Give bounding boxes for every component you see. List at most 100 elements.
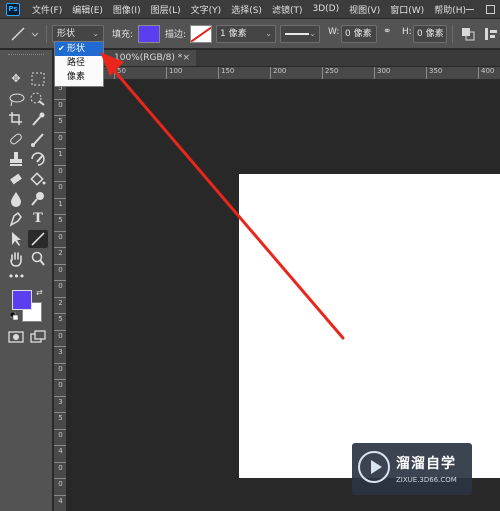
menu-window[interactable]: 窗口(W)	[390, 3, 424, 16]
clone-stamp-tool-icon[interactable]	[6, 150, 26, 168]
stroke-type-select[interactable]: ⌄	[280, 25, 320, 43]
stroke-color-swatch[interactable]	[190, 25, 212, 43]
mode-option-pixels[interactable]: 像素	[55, 70, 103, 84]
eyedropper-tool-icon[interactable]	[28, 110, 48, 128]
vertical-ruler[interactable]: 50501001502002503003504004	[54, 80, 67, 511]
line-tool-icon	[11, 27, 39, 41]
panel-grip[interactable]	[8, 54, 44, 57]
ruler-tick-label: 200	[270, 67, 286, 79]
ruler-tick-label: 50	[114, 67, 126, 79]
move-tool-icon[interactable]: ✥	[6, 70, 26, 88]
tool-mode-dropdown: ✔ 形状 路径 像素	[54, 41, 104, 87]
menu-view[interactable]: 视图(V)	[349, 3, 380, 16]
pen-tool-icon[interactable]	[6, 210, 26, 228]
mode-option-path[interactable]: 路径	[55, 56, 103, 70]
height-field[interactable]: 0 像素	[413, 25, 447, 43]
crop-tool-icon[interactable]	[6, 110, 26, 128]
chevron-down-icon: ⌄	[309, 29, 316, 38]
ruler-tick-label: 0	[54, 329, 66, 340]
path-selection-tool-icon[interactable]	[6, 230, 26, 248]
horizontal-ruler[interactable]: 050100150200250300350400	[67, 67, 500, 80]
blur-tool-icon[interactable]	[6, 190, 26, 208]
menu-3d[interactable]: 3D(D)	[312, 4, 339, 14]
quick-selection-tool-icon[interactable]	[28, 90, 48, 108]
solid-line-icon	[285, 33, 309, 35]
type-tool-icon[interactable]: T	[28, 210, 48, 228]
window-controls	[460, 0, 500, 18]
close-icon[interactable]: ×	[182, 50, 190, 66]
healing-brush-tool-icon[interactable]	[6, 130, 26, 148]
menu-select[interactable]: 选择(S)	[231, 3, 262, 16]
stroke-label: 描边:	[165, 30, 187, 40]
options-divider	[452, 25, 453, 43]
screen-mode-icon[interactable]	[28, 328, 48, 346]
ruler-tick-label: 0	[54, 131, 66, 142]
ruler-tick-label: 0	[54, 461, 66, 472]
ruler-tick-label: 0	[54, 164, 66, 175]
link-icon[interactable]: ⚭	[383, 26, 391, 37]
path-alignment-icon[interactable]	[484, 27, 498, 41]
ruler-tick-label: 5	[54, 214, 66, 224]
ruler-tick-label: 2	[54, 296, 66, 307]
minimize-icon[interactable]	[460, 0, 480, 18]
lasso-tool-icon[interactable]	[6, 90, 26, 108]
paint-bucket-tool-icon[interactable]	[28, 170, 48, 188]
default-colors-icon[interactable]	[10, 312, 18, 320]
ruler-tick-label: 400	[478, 67, 494, 79]
hand-tool-icon[interactable]	[6, 250, 26, 268]
tools-panel: ✥ T ••• ⇄	[0, 50, 53, 511]
fill-label: 填充:	[112, 30, 134, 40]
menu-image[interactable]: 图像(I)	[113, 3, 141, 16]
maximize-icon[interactable]	[480, 0, 500, 18]
ruler-tick-label: 5	[54, 115, 66, 125]
site-watermark: 溜溜自学 ZIXUE.3D66.COM	[352, 443, 472, 495]
ruler-tick-label: 150	[218, 67, 234, 79]
dodge-tool-icon[interactable]	[28, 190, 48, 208]
ruler-tick-label: 300	[374, 67, 390, 79]
ruler-tick-label: 1	[54, 197, 66, 208]
ruler-tick-label: 0	[54, 362, 66, 373]
ruler-tick-label: 350	[426, 67, 442, 79]
document-canvas[interactable]	[239, 174, 500, 478]
ruler-tick-label: 4	[54, 494, 66, 505]
watermark-title: 溜溜自学	[396, 456, 456, 472]
ruler-tick-label: 5	[54, 313, 66, 323]
stroke-width-field[interactable]: 1 像素 ⌄	[216, 25, 276, 43]
marquee-tool-icon[interactable]	[28, 70, 48, 88]
history-brush-tool-icon[interactable]	[28, 150, 48, 168]
ruler-tick-label: 2	[54, 247, 66, 257]
ruler-tick-label: 3	[54, 346, 66, 356]
path-operations-icon[interactable]	[461, 27, 475, 41]
quick-mask-icon[interactable]	[6, 328, 26, 346]
height-value: 0 像素	[417, 29, 444, 39]
height-label: H:	[402, 27, 412, 37]
mode-option-shape[interactable]: ✔ 形状	[55, 42, 103, 56]
foreground-color-swatch[interactable]	[12, 290, 32, 310]
zoom-tool-icon[interactable]	[28, 250, 48, 268]
options-divider	[46, 25, 47, 43]
swap-colors-icon[interactable]: ⇄	[36, 288, 43, 297]
menu-filter[interactable]: 滤镜(T)	[272, 3, 303, 16]
eraser-tool-icon[interactable]	[6, 170, 26, 188]
ruler-tick-label: 4	[54, 445, 66, 455]
menu-edit[interactable]: 编辑(E)	[72, 3, 103, 16]
menu-bar: Ps 文件(F) 编辑(E) 图像(I) 图层(L) 文字(Y) 选择(S) 滤…	[0, 0, 500, 18]
line-tool-icon[interactable]	[28, 230, 48, 248]
play-logo-icon	[358, 451, 390, 483]
ruler-tick-label: 3	[54, 395, 66, 406]
brush-tool-icon[interactable]	[28, 130, 48, 148]
tool-mode-value: 形状	[57, 29, 76, 39]
width-label: W:	[328, 27, 340, 37]
menu-type[interactable]: 文字(Y)	[191, 3, 222, 16]
more-tools-icon[interactable]: •••	[6, 268, 26, 286]
menu-file[interactable]: 文件(F)	[32, 3, 62, 16]
ruler-tick-label: 0	[54, 280, 66, 290]
document-tab-title: 100%(RGB/8) *	[114, 53, 183, 63]
ruler-tick-label: 1	[54, 148, 66, 158]
width-field[interactable]: 0 像素	[341, 25, 377, 43]
ruler-tick-label: 0	[54, 478, 66, 488]
chevron-down-icon: ⌄	[92, 29, 99, 38]
fill-color-swatch[interactable]	[138, 25, 160, 43]
menu-layer[interactable]: 图层(L)	[151, 3, 181, 16]
tool-preset-picker[interactable]	[8, 25, 42, 43]
